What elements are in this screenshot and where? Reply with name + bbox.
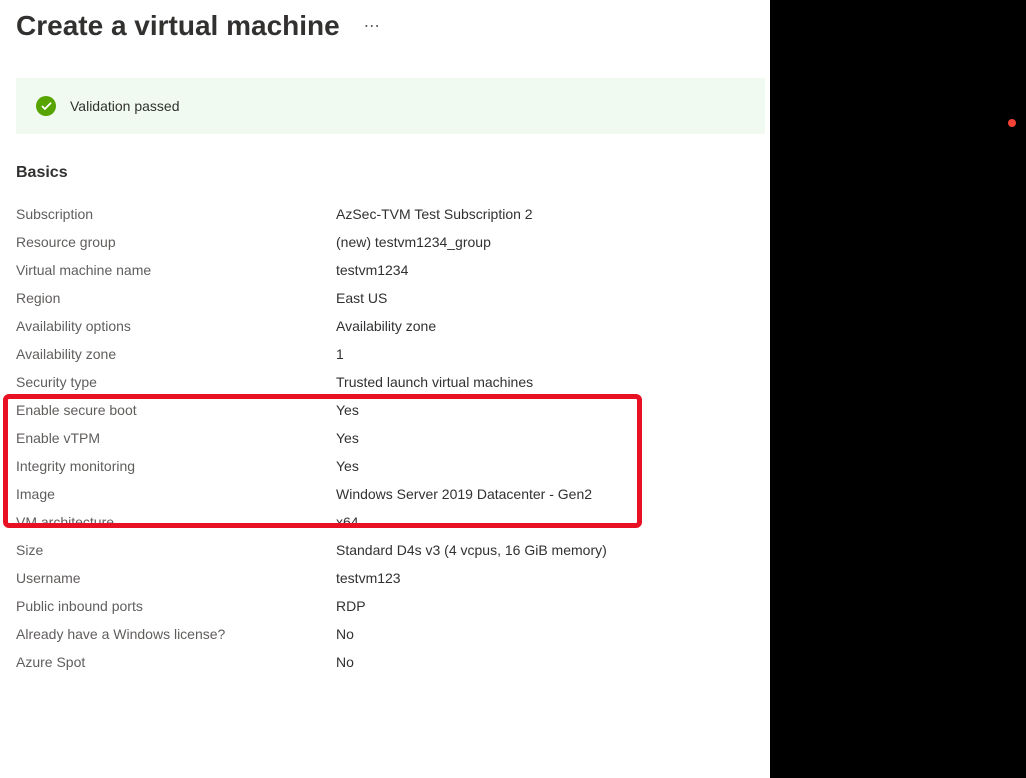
row-enable-vtpm: Enable vTPM Yes [16,424,770,452]
label-public-inbound-ports: Public inbound ports [16,598,336,614]
row-vm-name: Virtual machine name testvm1234 [16,256,770,284]
row-username: Username testvm123 [16,564,770,592]
row-size: Size Standard D4s v3 (4 vcpus, 16 GiB me… [16,536,770,564]
row-public-inbound-ports: Public inbound ports RDP [16,592,770,620]
row-subscription: Subscription AzSec-TVM Test Subscription… [16,200,770,228]
label-enable-vtpm: Enable vTPM [16,430,336,446]
row-resource-group: Resource group (new) testvm1234_group [16,228,770,256]
label-region: Region [16,290,336,306]
section-title-basics: Basics [16,164,770,182]
label-vm-architecture: VM architecture [16,514,336,530]
page-header: Create a virtual machine ⋯ [16,10,770,42]
value-subscription: AzSec-TVM Test Subscription 2 [336,206,770,222]
row-vm-architecture: VM architecture x64 [16,508,770,536]
check-icon [36,96,56,116]
validation-message: Validation passed [70,98,179,114]
row-region: Region East US [16,284,770,312]
row-security-type: Security type Trusted launch virtual mac… [16,368,770,396]
value-integrity-monitoring: Yes [336,458,770,474]
row-availability-zone: Availability zone 1 [16,340,770,368]
label-size: Size [16,542,336,558]
value-enable-vtpm: Yes [336,430,770,446]
value-windows-license: No [336,626,770,642]
more-icon[interactable]: ⋯ [364,16,381,36]
label-enable-secure-boot: Enable secure boot [16,402,336,418]
value-azure-spot: No [336,654,770,670]
label-vm-name: Virtual machine name [16,262,336,278]
red-dot-indicator [1008,119,1016,127]
value-region: East US [336,290,770,306]
value-availability-options: Availability zone [336,318,770,334]
right-panel [770,0,1026,778]
value-public-inbound-ports: RDP [336,598,770,614]
main-content: Create a virtual machine ⋯ Validation pa… [0,0,770,778]
value-security-type: Trusted launch virtual machines [336,374,770,390]
value-availability-zone: 1 [336,346,770,362]
row-windows-license: Already have a Windows license? No [16,620,770,648]
value-vm-name: testvm1234 [336,262,770,278]
value-size: Standard D4s v3 (4 vcpus, 16 GiB memory) [336,542,770,558]
label-security-type: Security type [16,374,336,390]
row-enable-secure-boot: Enable secure boot Yes [16,396,770,424]
validation-banner: Validation passed [16,78,765,134]
label-image: Image [16,486,336,502]
value-enable-secure-boot: Yes [336,402,770,418]
label-resource-group: Resource group [16,234,336,250]
row-image: Image Windows Server 2019 Datacenter - G… [16,480,770,508]
row-availability-options: Availability options Availability zone [16,312,770,340]
value-username: testvm123 [336,570,770,586]
label-availability-zone: Availability zone [16,346,336,362]
row-azure-spot: Azure Spot No [16,648,770,676]
label-subscription: Subscription [16,206,336,222]
label-integrity-monitoring: Integrity monitoring [16,458,336,474]
value-vm-architecture: x64 [336,514,770,530]
label-username: Username [16,570,336,586]
page-title: Create a virtual machine [16,10,340,42]
label-azure-spot: Azure Spot [16,654,336,670]
value-image: Windows Server 2019 Datacenter - Gen2 [336,486,770,502]
label-availability-options: Availability options [16,318,336,334]
value-resource-group: (new) testvm1234_group [336,234,770,250]
row-integrity-monitoring: Integrity monitoring Yes [16,452,770,480]
basics-details: Subscription AzSec-TVM Test Subscription… [16,200,770,676]
label-windows-license: Already have a Windows license? [16,626,336,642]
